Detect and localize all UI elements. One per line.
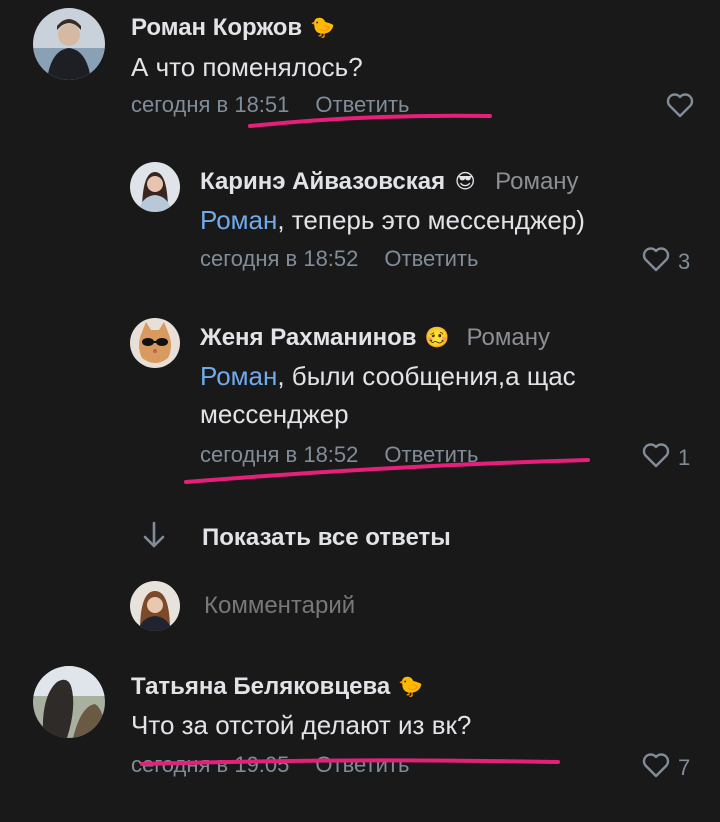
arrow-down-icon: [140, 520, 168, 555]
reply-button[interactable]: Ответить: [315, 752, 409, 778]
reply-to-label[interactable]: Роману: [467, 324, 550, 352]
comment-author[interactable]: Татьяна Беляковцева: [131, 673, 390, 701]
heart-icon: [642, 752, 670, 784]
reply-time: сегодня в 18:52: [200, 442, 359, 467]
reply-button[interactable]: Ответить: [315, 92, 409, 118]
heart-icon: [666, 92, 694, 124]
chick-emoji-icon: 🐤: [310, 17, 336, 39]
reply-text: Роман, были сообщения,а щас: [200, 359, 576, 393]
comment-text: А что поменялось?: [131, 52, 363, 82]
woozy-emoji-icon: 🥴: [424, 327, 450, 349]
avatar-zhenya[interactable]: [130, 318, 180, 368]
comment-author[interactable]: Роман Коржов: [131, 14, 302, 42]
reply-time: сегодня в 18:52: [200, 246, 359, 271]
like-count: 3: [678, 249, 691, 274]
comment-input[interactable]: Комментарий: [204, 592, 684, 620]
heart-icon: [642, 442, 670, 474]
avatar-roman[interactable]: [33, 8, 105, 80]
current-user-avatar: [130, 581, 180, 631]
mention-link[interactable]: Роман: [200, 361, 277, 391]
like-count: 1: [678, 445, 691, 470]
show-all-label: Показать все ответы: [202, 523, 451, 551]
reply-button[interactable]: Ответить: [384, 442, 478, 468]
like-count: 7: [678, 755, 691, 780]
reply-text-line2: мессенджер: [200, 399, 349, 429]
like-button[interactable]: 7: [642, 752, 690, 784]
comment-time: сегодня в 18:51: [131, 92, 290, 117]
heart-icon: [642, 246, 670, 278]
avatar-karina[interactable]: [130, 162, 180, 212]
reply-button[interactable]: Ответить: [384, 246, 478, 272]
reply-to-label[interactable]: Роману: [495, 168, 578, 196]
comment-text: Что за отстой делают из вк?: [131, 710, 472, 740]
reply-author[interactable]: Женя Рахманинов: [200, 324, 417, 352]
reply-text-body: , теперь это мессенджер): [277, 205, 585, 235]
like-button[interactable]: 3: [642, 246, 690, 278]
like-button[interactable]: 1: [642, 442, 690, 474]
show-all-replies-button[interactable]: Показать все ответы: [140, 520, 451, 555]
sunglasses-emoji-icon: 😎: [454, 171, 476, 193]
chick-emoji-icon: 🐤: [398, 676, 424, 698]
comment-time: сегодня в 19:05: [131, 752, 290, 777]
like-button[interactable]: [666, 92, 694, 124]
reply-author[interactable]: Каринэ Айвазовская: [200, 168, 445, 196]
reply-text-body: , были сообщения,а щас: [277, 361, 576, 391]
reply-text: Роман, теперь это мессенджер): [200, 203, 585, 237]
avatar-tatyana[interactable]: [33, 666, 105, 738]
mention-link[interactable]: Роман: [200, 205, 277, 235]
